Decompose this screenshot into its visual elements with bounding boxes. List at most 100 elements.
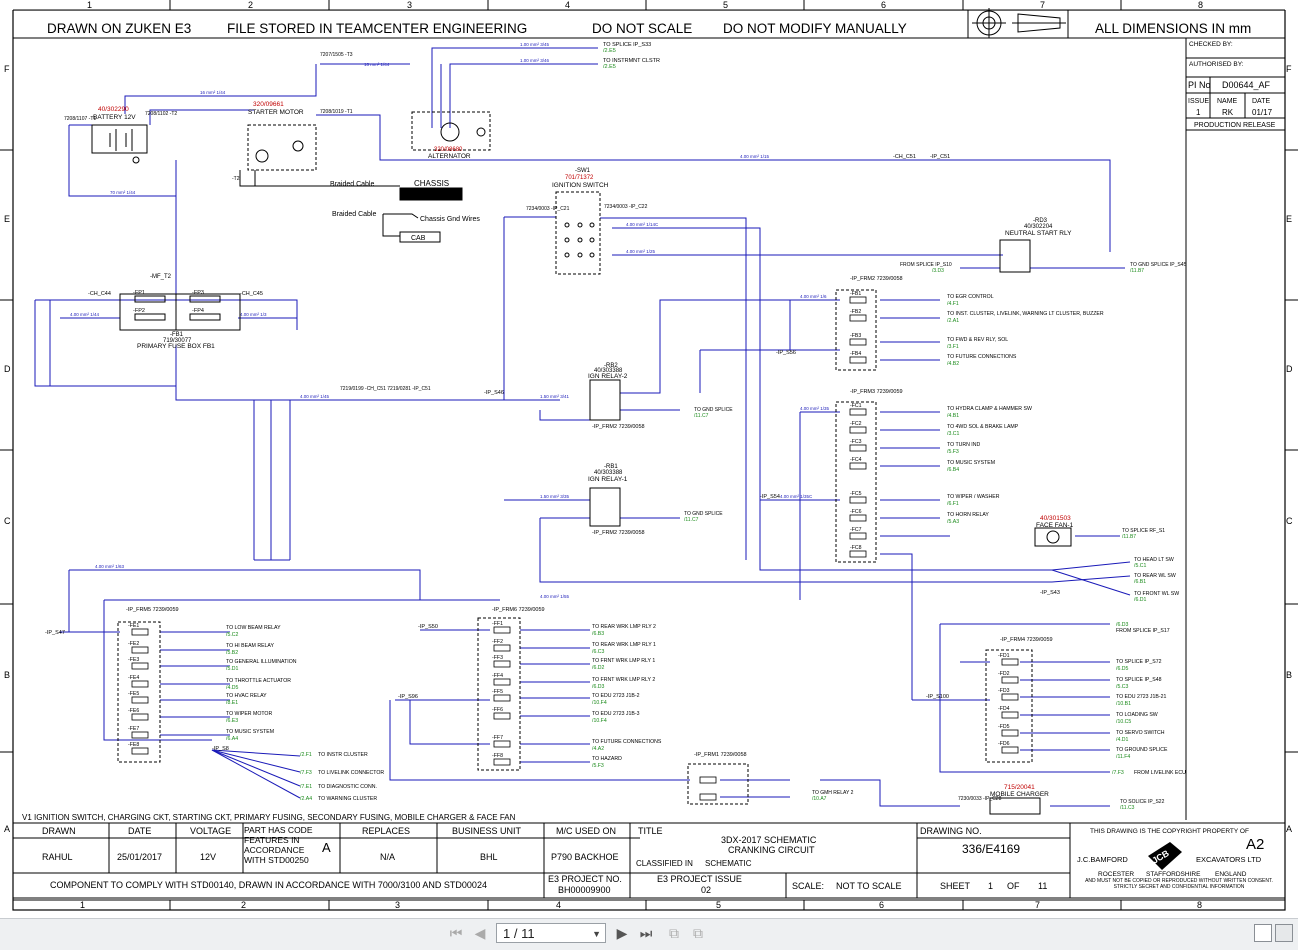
- col-bot-8: 8: [1197, 900, 1202, 910]
- dest-fe4: TO THROTTLE ACTUATOR: [226, 678, 291, 684]
- dest-fc2: TO 4WD SOL & BRAKE LAMP: [947, 424, 1019, 430]
- classified-value: SCHEMATIC: [705, 859, 752, 868]
- sheet-size: A2: [1246, 836, 1264, 853]
- ref-fe4: /4.D5: [226, 685, 239, 691]
- header-drawn-on: DRAWN ON ZUKEN E3: [47, 21, 191, 36]
- ip-s43-label: -IP_S43: [1040, 590, 1060, 596]
- single-page-view-icon[interactable]: [1254, 924, 1272, 942]
- date-label-tb: DATE: [128, 826, 151, 836]
- fuse-fc1: -FC1: [850, 403, 862, 409]
- fuse-fc8: -FC8: [850, 545, 862, 551]
- alt-wire2-ref: /2.E5: [603, 64, 616, 70]
- chassis-gnd-label: Chassis Gnd Wires: [420, 216, 480, 223]
- column-markers: 1 2 3 4 5 6 7 8 1 2 3 4 5 6 7 8: [13, 0, 1285, 910]
- alternator-symbol: [411, 111, 491, 151]
- dest-fe1: TO LOW BEAM RELAY: [226, 625, 281, 631]
- e3-issue-label: E3 PROJECT ISSUE: [657, 874, 742, 884]
- col-top-7: 7: [1040, 0, 1045, 10]
- ip-s46-label: -IP_S46: [484, 390, 504, 396]
- ref-ff4: /6.D3: [592, 684, 605, 690]
- pi-no: D00644_AF: [1222, 80, 1271, 90]
- battery-t1: 7208/1107 -T1: [64, 116, 96, 122]
- fuse-elements: [131, 296, 1019, 801]
- fuse-fd6: -FD6: [998, 741, 1010, 747]
- col-top-6: 6: [881, 0, 886, 10]
- ref-fc5: /6.F1: [947, 501, 959, 507]
- dest-fd4: TO LOADING SW: [1116, 712, 1158, 718]
- fuse-ff3: -FF3: [492, 655, 503, 661]
- svg-text:4.00 mm² 1/55: 4.00 mm² 1/55: [540, 594, 570, 599]
- ref-fd2: /5.C3: [1116, 684, 1129, 690]
- mobile-charger-ref: 715/20041: [1004, 784, 1035, 791]
- svg-text:4.00 mm² 1/35: 4.00 mm² 1/35: [800, 406, 830, 411]
- dest-ff7: TO FUTURE CONNECTIONS: [592, 739, 662, 745]
- fuse-ff7: -FF7: [492, 735, 503, 741]
- ip-c51-top: -IP_C51: [930, 154, 950, 160]
- from-splice-s17: FROM SPLICE IP_S17: [1116, 628, 1170, 634]
- fuse-fc5: -FC5: [850, 491, 862, 497]
- comply-note: COMPONENT TO COMPLY WITH STD00140, DRAWN…: [50, 880, 487, 890]
- diag-conn: TO DIAGNOSTIC CONN.: [318, 784, 377, 790]
- prev-page-icon[interactable]: ◀: [470, 924, 490, 944]
- col-bot-7: 7: [1035, 900, 1040, 910]
- voltage-label: VOLTAGE: [190, 826, 231, 836]
- sw1-ref: 701/71372: [565, 175, 594, 181]
- col-top-1: 1: [87, 0, 92, 10]
- dest-fd6: TO GROUND SPLICE: [1116, 747, 1168, 753]
- ch-c45-label: -CH_C45: [240, 291, 263, 297]
- ref-fc2: /3.C1: [947, 431, 960, 437]
- dest-ff3: TO FRNT WRK LMP RLY 1: [592, 658, 655, 664]
- svg-text:1.00 mm² 3/45: 1.00 mm² 3/45: [520, 42, 550, 47]
- col-top-5: 5: [723, 0, 728, 10]
- first-page-icon[interactable]: ⏮: [446, 924, 466, 944]
- classified-label: CLASSIFIED IN: [636, 859, 693, 868]
- battery-t2: 7208/1102 -T2: [145, 111, 177, 117]
- fp1-label: -FP1: [133, 290, 145, 296]
- title-label: TITLE: [638, 826, 663, 836]
- fit-page-icon[interactable]: ⧉: [688, 924, 708, 944]
- ref-fb4: /4.B2: [947, 361, 959, 367]
- ref-ff7: /4.A2: [592, 746, 604, 752]
- row-left-B: B: [4, 670, 10, 680]
- pi-no-label: PI No: [1188, 80, 1211, 90]
- col-top-3: 3: [407, 0, 412, 10]
- ref-fd5: /4.D1: [1116, 737, 1129, 743]
- rear-wl-ref: /6.B1: [1134, 579, 1146, 585]
- page-number-field[interactable]: 1 / 11 ▼: [496, 923, 606, 943]
- last-page-icon[interactable]: ⏭: [636, 924, 656, 944]
- fuse-fe1: -FE1: [128, 623, 139, 629]
- company-name: J.C.BAMFORD: [1077, 855, 1128, 864]
- frm3-title: -IP_FRM3 7239/0059: [850, 389, 903, 395]
- dest-fb4: TO FUTURE CONNECTIONS: [947, 354, 1017, 360]
- ip-s47-label: -IP_S47: [45, 630, 65, 636]
- col-top-4: 4: [565, 0, 570, 10]
- fuse-fb3: -FB3: [850, 333, 861, 339]
- next-page-icon[interactable]: ▶: [612, 924, 632, 944]
- fuse-fe5: -FE5: [128, 691, 139, 697]
- svg-text:4.00 mm² 1/15: 4.00 mm² 1/15: [740, 154, 770, 159]
- ref-fe1: /5.C2: [226, 632, 239, 638]
- ign-relay-2: [589, 379, 621, 421]
- title-line-2: CRANKING CIRCUIT: [728, 845, 815, 855]
- svg-text:4.00 mm² 1/3: 4.00 mm² 1/3: [240, 312, 267, 317]
- copy-page-icon[interactable]: ⧉: [664, 924, 684, 944]
- fuse-fb2: -FB2: [850, 309, 861, 315]
- authorised-by: AUTHORISED BY:: [1189, 61, 1244, 68]
- frm4-title: -IP_FRM4 7239/0059: [1000, 637, 1053, 643]
- ref-fe5: /8.E1: [226, 700, 238, 706]
- svg-text:4.00 mm² 1/6: 4.00 mm² 1/6: [800, 294, 827, 299]
- viewer-toolbar: ⏮ ◀ 1 / 11 ▼ ▶ ⏭ ⧉ ⧉: [0, 918, 1298, 950]
- dest-fc6: TO HORN RELAY: [947, 512, 989, 518]
- ref-fc1: /4.B1: [947, 413, 959, 419]
- mc-label: M/C USED ON: [556, 826, 616, 836]
- fp2-label: -FP2: [133, 308, 145, 314]
- title-block-text: DRAWN RAHUL DATE 25/01/2017 VOLTAGE 12V …: [42, 825, 1273, 895]
- continuous-view-icon[interactable]: [1275, 924, 1293, 942]
- date-value-tb: 25/01/2017: [117, 852, 162, 862]
- header-do-not-scale: DO NOT SCALE: [592, 21, 692, 36]
- page-dropdown-icon[interactable]: ▼: [592, 924, 601, 944]
- alternator-label: ALTERNATOR: [428, 153, 471, 160]
- fuse-fd2: -FD2: [998, 671, 1010, 677]
- fuse-fc2: -FC2: [850, 421, 862, 427]
- fuse-fd4: -FD4: [998, 706, 1010, 712]
